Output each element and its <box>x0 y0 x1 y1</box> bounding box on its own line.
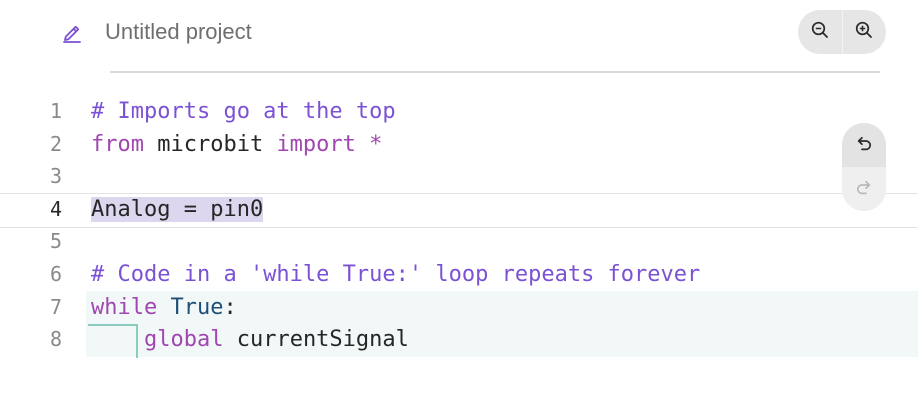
line-number: 4 <box>49 196 62 221</box>
undo-icon <box>854 133 874 158</box>
line-number: 2 <box>49 131 62 156</box>
code-text: # Imports go at the top <box>91 95 396 128</box>
code-token-keyword: * <box>355 131 383 157</box>
code-text: global currentSignal <box>91 323 409 356</box>
code-line[interactable]: 3 <box>0 160 918 193</box>
header-bar: Untitled project <box>0 0 918 74</box>
code-line[interactable]: 7 while True: <box>0 291 918 324</box>
code-line[interactable]: 4 Analog = pin0 <box>0 193 918 226</box>
zoom-in-button[interactable] <box>841 10 887 54</box>
line-number: 6 <box>49 262 62 286</box>
line-number: 7 <box>49 294 62 319</box>
history-controls <box>842 123 886 211</box>
code-line[interactable]: 1 # Imports go at the top <box>0 95 918 128</box>
code-token-plain: currentSignal <box>223 327 409 353</box>
code-editor[interactable]: 1 # Imports go at the top 2 from microbit i… <box>0 95 918 365</box>
zoom-out-button[interactable] <box>798 10 842 54</box>
line-number: 3 <box>49 164 62 189</box>
code-token-plain: : <box>223 294 237 320</box>
line-number: 1 <box>49 99 62 123</box>
code-token-builtin: True <box>170 294 224 320</box>
line-number: 5 <box>49 229 62 254</box>
code-line[interactable]: 2 from microbit import * <box>0 128 918 161</box>
code-token-keyword: global <box>143 327 224 353</box>
code-token-keyword: from <box>91 131 144 157</box>
code-text: from microbit import * <box>91 128 382 161</box>
code-token-comment: # Code in a 'while True:' loop repeats f… <box>91 262 701 287</box>
code-text: Analog = pin0 <box>91 193 264 226</box>
redo-icon <box>854 177 874 202</box>
header-divider <box>110 71 880 73</box>
code-line[interactable]: 6 # Code in a 'while True:' loop repeats … <box>0 258 918 291</box>
redo-button[interactable] <box>842 167 886 211</box>
code-token-keyword: while <box>91 294 158 320</box>
code-token-plain: microbit <box>143 131 277 157</box>
zoom-out-icon <box>810 20 830 45</box>
zoom-controls <box>798 10 886 54</box>
code-line[interactable]: 8 global currentSignal <box>0 323 918 356</box>
zoom-in-icon <box>854 20 874 45</box>
code-token-comment: # Imports go at the top <box>91 99 396 124</box>
project-title[interactable]: Untitled project <box>105 19 252 45</box>
code-line[interactable]: 5 <box>0 225 918 258</box>
pencil-icon[interactable] <box>61 22 83 44</box>
code-token-keyword: import <box>276 131 356 157</box>
undo-button[interactable] <box>842 123 886 167</box>
code-token-plain: Analog = pin0 <box>91 196 264 222</box>
line-number: 8 <box>49 327 62 352</box>
code-text: while True: <box>91 291 237 324</box>
code-text: # Code in a 'while True:' loop repeats f… <box>91 258 700 291</box>
